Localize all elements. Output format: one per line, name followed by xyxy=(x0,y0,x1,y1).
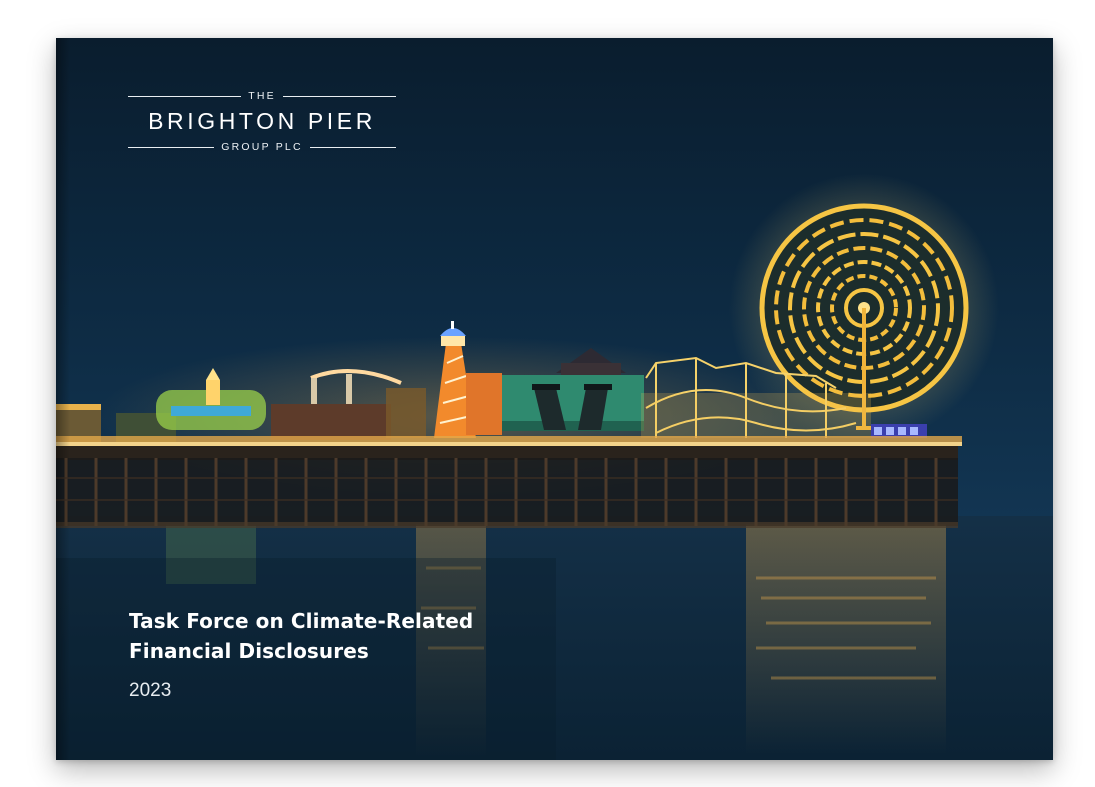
report-title-line-2: Financial Disclosures xyxy=(129,639,369,663)
logo-rule-right-bottom xyxy=(309,146,396,148)
pier-structure xyxy=(56,446,958,528)
logo-rule-right xyxy=(282,95,397,97)
report-year: 2023 xyxy=(129,680,172,701)
binding-shadow xyxy=(56,38,70,760)
logo-prefix: THE xyxy=(248,90,276,102)
report-title-line-1: Task Force on Climate-Related xyxy=(129,609,474,633)
cover-title-block: Task Force on Climate-Related Financial … xyxy=(129,606,473,702)
company-logo: THE BRIGHTON PIER GROUP PLC xyxy=(128,90,397,153)
report-cover: THE BRIGHTON PIER GROUP PLC Task Force o… xyxy=(56,38,1053,760)
logo-name: BRIGHTON PIER xyxy=(148,108,376,134)
logo-rule-left xyxy=(128,95,242,97)
logo-rule-left-bottom xyxy=(128,146,215,148)
logo-suffix: GROUP PLC xyxy=(221,141,303,153)
